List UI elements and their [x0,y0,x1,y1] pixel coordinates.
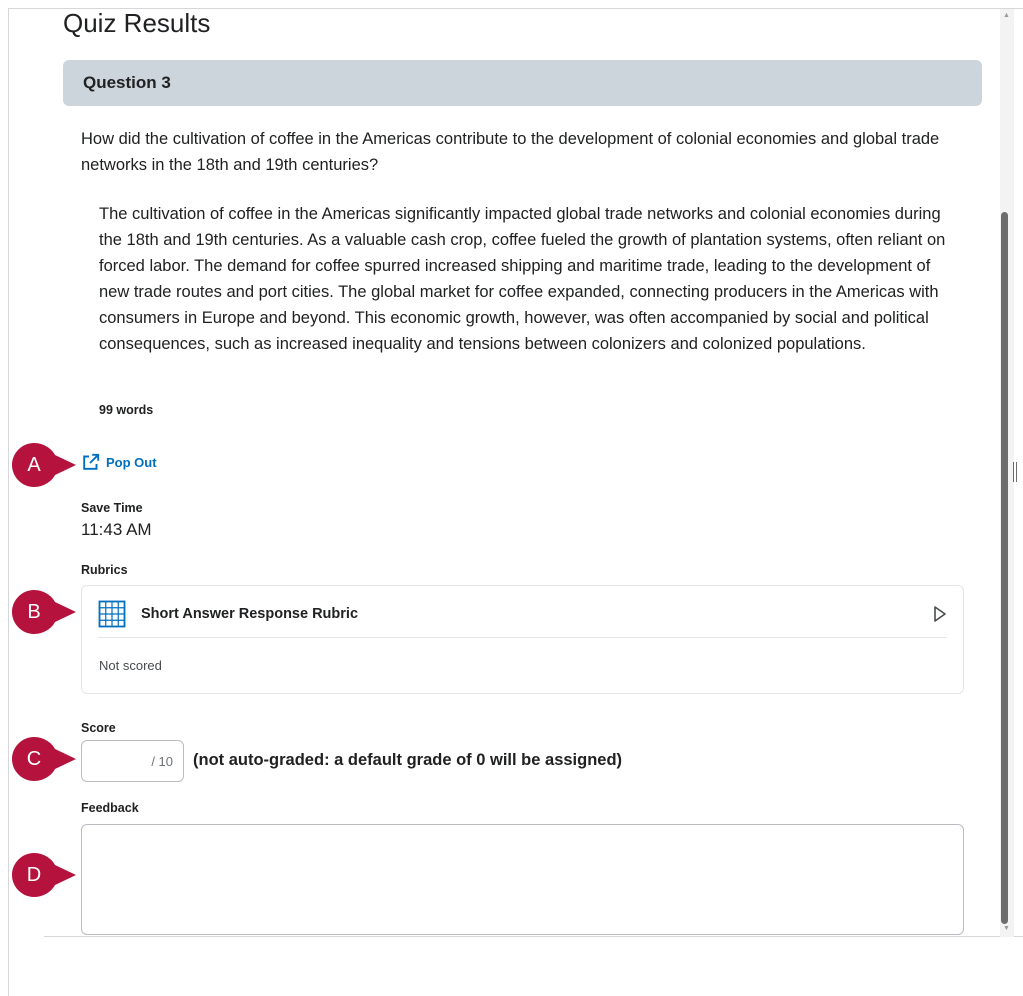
page-title: Quiz Results [63,8,211,38]
score-label: Score [81,721,116,735]
external-link-icon [83,453,100,470]
frame-bottom-border [44,936,1023,937]
score-field[interactable]: / 10 [81,740,184,782]
pop-out-label: Pop Out [106,454,157,470]
grid-icon [98,600,126,628]
rubric-divider [98,637,947,638]
feedback-input[interactable] [81,824,964,935]
scrollbar-thumb[interactable] [1001,212,1008,924]
callout-c: C [12,737,78,781]
question-prompt: How did the cultivation of coffee in the… [81,130,940,174]
feedback-label: Feedback [81,801,139,815]
scroll-up-arrow-icon[interactable]: ▲ [1003,12,1010,19]
score-input[interactable] [99,753,150,769]
word-count: 99 words [99,403,154,417]
splitter-grip-icon[interactable] [1013,462,1017,482]
rubric-toggle[interactable]: Short Answer Response Rubric [98,596,948,632]
scroll-down-arrow-icon[interactable]: ▼ [1003,925,1010,932]
rubric-title: Short Answer Response Rubric [141,606,359,622]
callout-b: B [12,590,78,634]
score-note: (not auto-graded: a default grade of 0 w… [193,751,623,769]
save-time-label: Save Time [81,501,143,515]
score-max: / 10 [151,753,173,769]
callout-letter: B [27,601,41,623]
pop-out-link[interactable]: Pop Out [81,452,157,472]
rubric-status: Not scored [99,658,162,673]
save-time-value: 11:43 AM [81,520,152,539]
student-answer: The cultivation of coffee in the America… [99,205,946,353]
rubric-card: Short Answer Response Rubric Not scored [81,585,964,694]
callout-a: A [12,443,78,487]
rubrics-label: Rubrics [81,563,128,577]
callout-letter: D [26,864,42,886]
callout-letter: A [27,454,41,476]
question-header: Question 3 [63,60,982,106]
callout-letter: C [26,748,42,770]
triangle-right-icon[interactable] [932,604,948,624]
callout-d: D [12,853,78,897]
